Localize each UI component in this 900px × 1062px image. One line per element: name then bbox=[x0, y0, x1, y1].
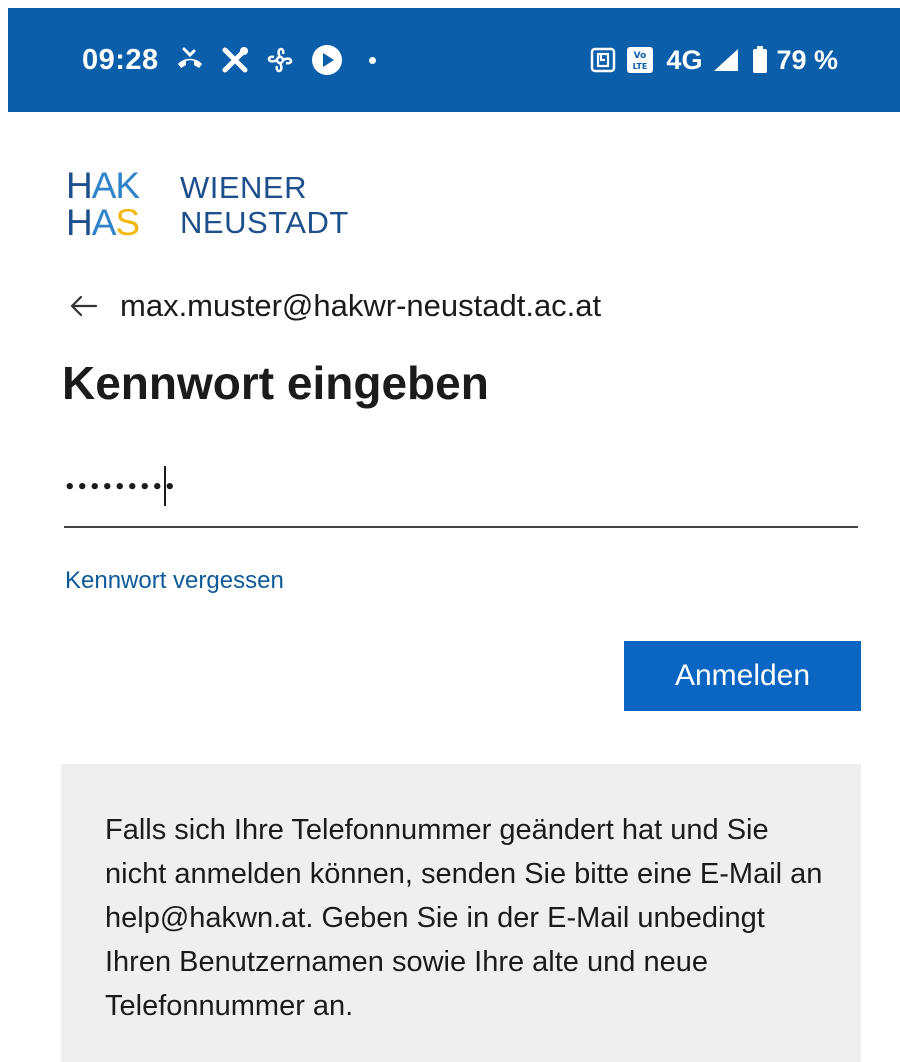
svg-text:LTE: LTE bbox=[633, 62, 648, 71]
network-type: 4G bbox=[666, 44, 703, 75]
logo-name-line1: WIENER bbox=[180, 170, 307, 205]
logo-name: WIENER NEUSTADT bbox=[180, 170, 349, 240]
account-email: max.muster@hakwr-neustadt.ac.at bbox=[120, 288, 602, 323]
text-cursor bbox=[164, 466, 166, 506]
notification-dot-icon bbox=[368, 56, 376, 64]
battery-icon bbox=[752, 46, 768, 74]
volte-icon: Vo LTE bbox=[626, 46, 654, 74]
sign-in-button[interactable]: Anmelden bbox=[624, 641, 861, 711]
logo-mark: HAK HAS bbox=[66, 165, 156, 246]
battery-level: 79 % bbox=[776, 44, 838, 75]
signal-icon bbox=[712, 47, 742, 73]
status-bar-right: Vo LTE 4G 79 % bbox=[580, 8, 838, 112]
nfc-icon bbox=[590, 47, 616, 73]
logo-name-line2: NEUSTADT bbox=[180, 205, 349, 240]
info-text: Falls sich Ihre Telefonnummer geändert h… bbox=[105, 814, 823, 1022]
forgot-password-link[interactable]: Kennwort vergessen bbox=[65, 567, 284, 595]
logo-mark-row-has: HAS bbox=[66, 202, 140, 243]
account-row: max.muster@hakwr-neustadt.ac.at bbox=[66, 284, 601, 328]
school-logo: HAK HAS WIENER NEUSTADT bbox=[66, 165, 386, 248]
play-icon bbox=[311, 44, 343, 76]
svg-text:Vo: Vo bbox=[634, 51, 647, 61]
status-bar: 09:28 Vo LTE 4G 79 % bbox=[8, 8, 900, 112]
arrow-left-icon[interactable] bbox=[66, 288, 102, 324]
fan-icon bbox=[265, 45, 295, 75]
info-box: Falls sich Ihre Telefonnummer geändert h… bbox=[61, 764, 861, 1062]
password-field-container bbox=[64, 452, 858, 528]
page-title: Kennwort eingeben bbox=[62, 357, 489, 409]
logo-mark-row-hak: HAK bbox=[66, 165, 140, 206]
tools-icon bbox=[221, 46, 249, 74]
password-field[interactable] bbox=[64, 462, 858, 512]
status-bar-left: 09:28 bbox=[82, 8, 376, 112]
missed-call-icon bbox=[175, 47, 205, 73]
status-time: 09:28 bbox=[82, 43, 159, 76]
